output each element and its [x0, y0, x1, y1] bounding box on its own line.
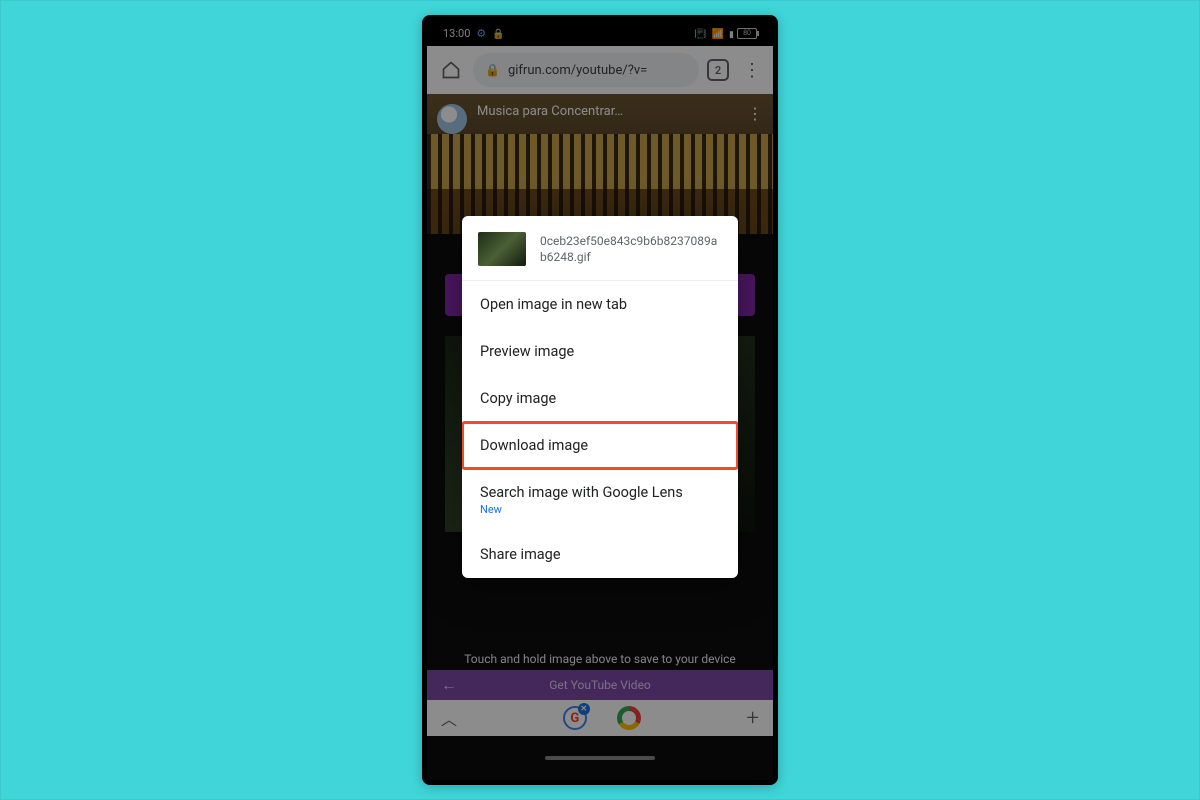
context-menu-header: 0ceb23ef50e843c9b6b8237089ab6248.gif [462, 216, 738, 280]
context-menu-thumbnail [478, 232, 526, 266]
new-badge: New [480, 503, 720, 516]
menu-share-image[interactable]: Share image [462, 531, 738, 578]
menu-open-new-tab[interactable]: Open image in new tab [462, 281, 738, 328]
phone-screen: 13:00 80 🔒 gifrun.com/youtube/?v= 2 ⋮ [427, 20, 773, 780]
phone-frame: 13:00 80 🔒 gifrun.com/youtube/?v= 2 ⋮ [422, 15, 778, 785]
menu-preview-image[interactable]: Preview image [462, 328, 738, 375]
menu-search-lens-label: Search image with Google Lens [480, 484, 683, 501]
menu-download-image[interactable]: Download image [462, 422, 738, 469]
image-context-menu: 0ceb23ef50e843c9b6b8237089ab6248.gif Ope… [462, 216, 738, 578]
menu-copy-image[interactable]: Copy image [462, 375, 738, 422]
menu-search-lens[interactable]: Search image with Google Lens New [462, 469, 738, 531]
context-menu-filename: 0ceb23ef50e843c9b6b8237089ab6248.gif [540, 233, 722, 265]
